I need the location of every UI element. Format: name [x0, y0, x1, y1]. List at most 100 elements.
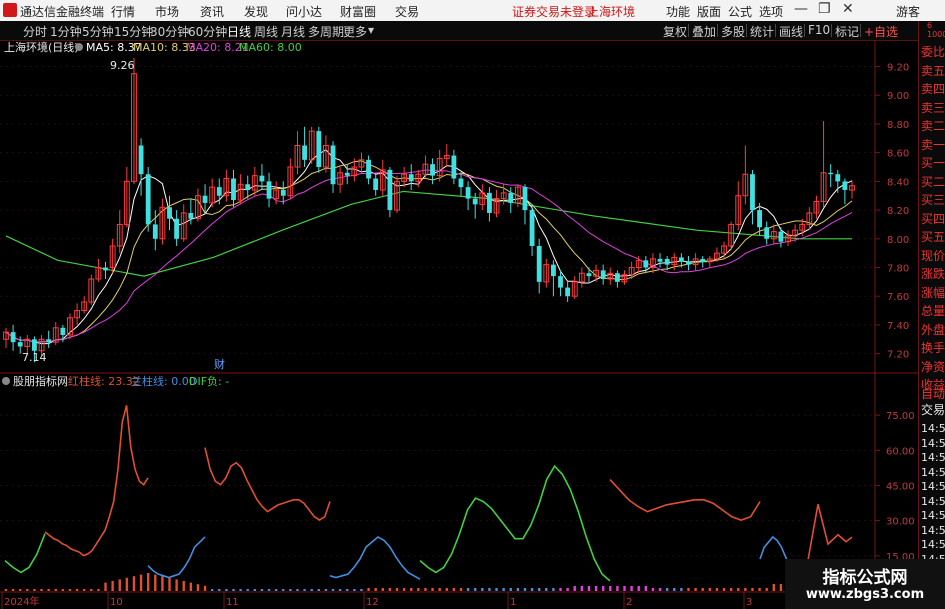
sub-bar [68, 589, 72, 591]
candle-body [835, 174, 841, 182]
price-tick-label: 9.20 [887, 63, 909, 74]
tab-auto[interactable]: 自动 [921, 386, 945, 401]
sub-bar [232, 589, 235, 591]
blue-line-segment [147, 536, 206, 579]
date-tick-label: 2024年 [4, 595, 39, 608]
period-1min[interactable]: 1分钟 [50, 23, 82, 40]
menu-function[interactable]: 功能 [666, 3, 690, 20]
menu-formula[interactable]: 公式 [728, 3, 752, 20]
period-toolbar: 分时 1分钟 5分钟 15分钟 30分钟 60分钟 日线 周线 月线 多周期 更… [0, 21, 918, 41]
menu-market[interactable]: 市场 [155, 3, 179, 20]
sub-bar [196, 584, 200, 591]
menu-trade[interactable]: 交易 [395, 3, 419, 20]
sub-bar [651, 588, 655, 591]
side-item-7: 买二 [921, 174, 945, 189]
btn-multi-stock[interactable]: 多股 [721, 23, 745, 40]
close-icon[interactable]: ✕ [842, 1, 854, 17]
candle-body [245, 184, 251, 190]
quote-side-panel: 6 1000 委比 卖五 卖四 卖三 卖二 卖一 买一 买二 买三 买四 买五 现价 涨跌 涨幅 总量 外盘 换手… [918, 21, 945, 609]
sub-bar [616, 586, 619, 591]
sub-bar [530, 588, 534, 591]
price-tick-label: 8.20 [887, 206, 909, 217]
sub-bar [445, 588, 448, 591]
btn-overlay[interactable]: 叠加 [692, 23, 716, 40]
sub-bar [118, 579, 121, 591]
menu-news[interactable]: 资讯 [200, 3, 224, 20]
period-5min[interactable]: 5分钟 [82, 23, 114, 40]
toolbar-divider [717, 24, 718, 37]
sub-bar [438, 588, 441, 591]
period-60min[interactable]: 60分钟 [188, 23, 227, 40]
menu-ask[interactable]: 问小达 [286, 3, 322, 20]
side-item-1: 卖五 [921, 63, 945, 78]
sub-indicator-bars [4, 573, 854, 591]
sub-bar [665, 588, 669, 591]
candle-body [757, 210, 762, 228]
side-item-15: 外盘 [921, 322, 945, 337]
candle-body [828, 172, 834, 175]
sub-collapse-icon[interactable] [2, 377, 10, 385]
trade-login-alert[interactable]: 证券交易未登录 [512, 3, 596, 20]
trade-time-0: 14:56 [921, 422, 945, 435]
red-bar-label: 红柱线: 23.32 [68, 374, 140, 388]
chevron-down-icon[interactable]: ▾ [368, 23, 374, 37]
sub-bar [61, 589, 65, 591]
price-tick-label: 8.80 [887, 120, 909, 131]
period-more[interactable]: 更多 [343, 23, 367, 40]
period-intraday[interactable]: 分时 [23, 23, 47, 40]
trade-time-2: 14:56 [921, 451, 945, 464]
btn-mark[interactable]: 标记 [835, 23, 859, 40]
blue-line-segment [329, 536, 421, 580]
candle-body [302, 145, 308, 160]
period-weekly[interactable]: 周线 [254, 23, 278, 40]
sub-bar [253, 589, 257, 591]
tab-trade[interactable]: 交易 [921, 403, 945, 417]
sub-bar [104, 582, 107, 591]
candle-body [46, 339, 52, 343]
date-tick-label: 2 [626, 597, 632, 608]
side-item-9: 买四 [921, 211, 945, 226]
sub-bar [374, 588, 377, 591]
candle-body [536, 245, 542, 282]
btn-adjust[interactable]: 复权 [663, 23, 687, 40]
period-monthly[interactable]: 月线 [281, 23, 305, 40]
candle-body [174, 218, 180, 239]
sub-bar [673, 588, 676, 591]
candle-body [60, 327, 66, 335]
trade-time-4: 14:56 [921, 480, 945, 493]
period-multi[interactable]: 多周期 [308, 23, 344, 40]
price-tick-label: 9.00 [887, 91, 909, 102]
trade-time-8: 14:56 [921, 538, 945, 551]
finance-event-marker[interactable]: 财 [214, 357, 225, 371]
btn-draw[interactable]: 画线 [779, 23, 803, 40]
candle-body [600, 270, 606, 279]
sub-bar [331, 589, 335, 591]
sub-bar [552, 588, 555, 591]
menu-wealth[interactable]: 财富圈 [340, 3, 376, 20]
menu-quotes[interactable]: 行情 [111, 3, 135, 20]
candle-body [373, 178, 379, 190]
sub-bar [353, 589, 356, 591]
period-30min[interactable]: 30分钟 [150, 23, 189, 40]
btn-f10[interactable]: F10 [808, 23, 830, 37]
trade-time-5: 14:56 [921, 494, 945, 508]
minimize-icon[interactable]: — [794, 1, 808, 17]
sub-bar [139, 574, 143, 591]
sub-bar [644, 586, 648, 591]
current-stock-name: 上海环境 [587, 5, 636, 19]
sub-bar [367, 588, 370, 591]
period-daily[interactable]: 日线 [227, 23, 251, 40]
chart-area[interactable]: 9.20 9.00 8.80 8.60 8.40 8.20 8.00 7.80 7.60 7.40… [0, 40, 918, 609]
menu-options[interactable]: 选项 [759, 3, 783, 20]
user-label[interactable]: 游客 [896, 3, 920, 20]
toolbar-divider [746, 24, 747, 37]
period-15min[interactable]: 15分钟 [114, 23, 153, 40]
restore-icon[interactable]: ❐ [818, 1, 831, 17]
menu-discover[interactable]: 发现 [244, 3, 268, 20]
btn-stats[interactable]: 统计 [750, 23, 774, 40]
collapse-icon[interactable] [75, 43, 83, 51]
sub-bar [715, 588, 719, 591]
btn-add-watchlist[interactable]: +自选 [864, 23, 898, 40]
candle-body [17, 342, 23, 347]
menu-layout[interactable]: 版面 [697, 3, 721, 20]
